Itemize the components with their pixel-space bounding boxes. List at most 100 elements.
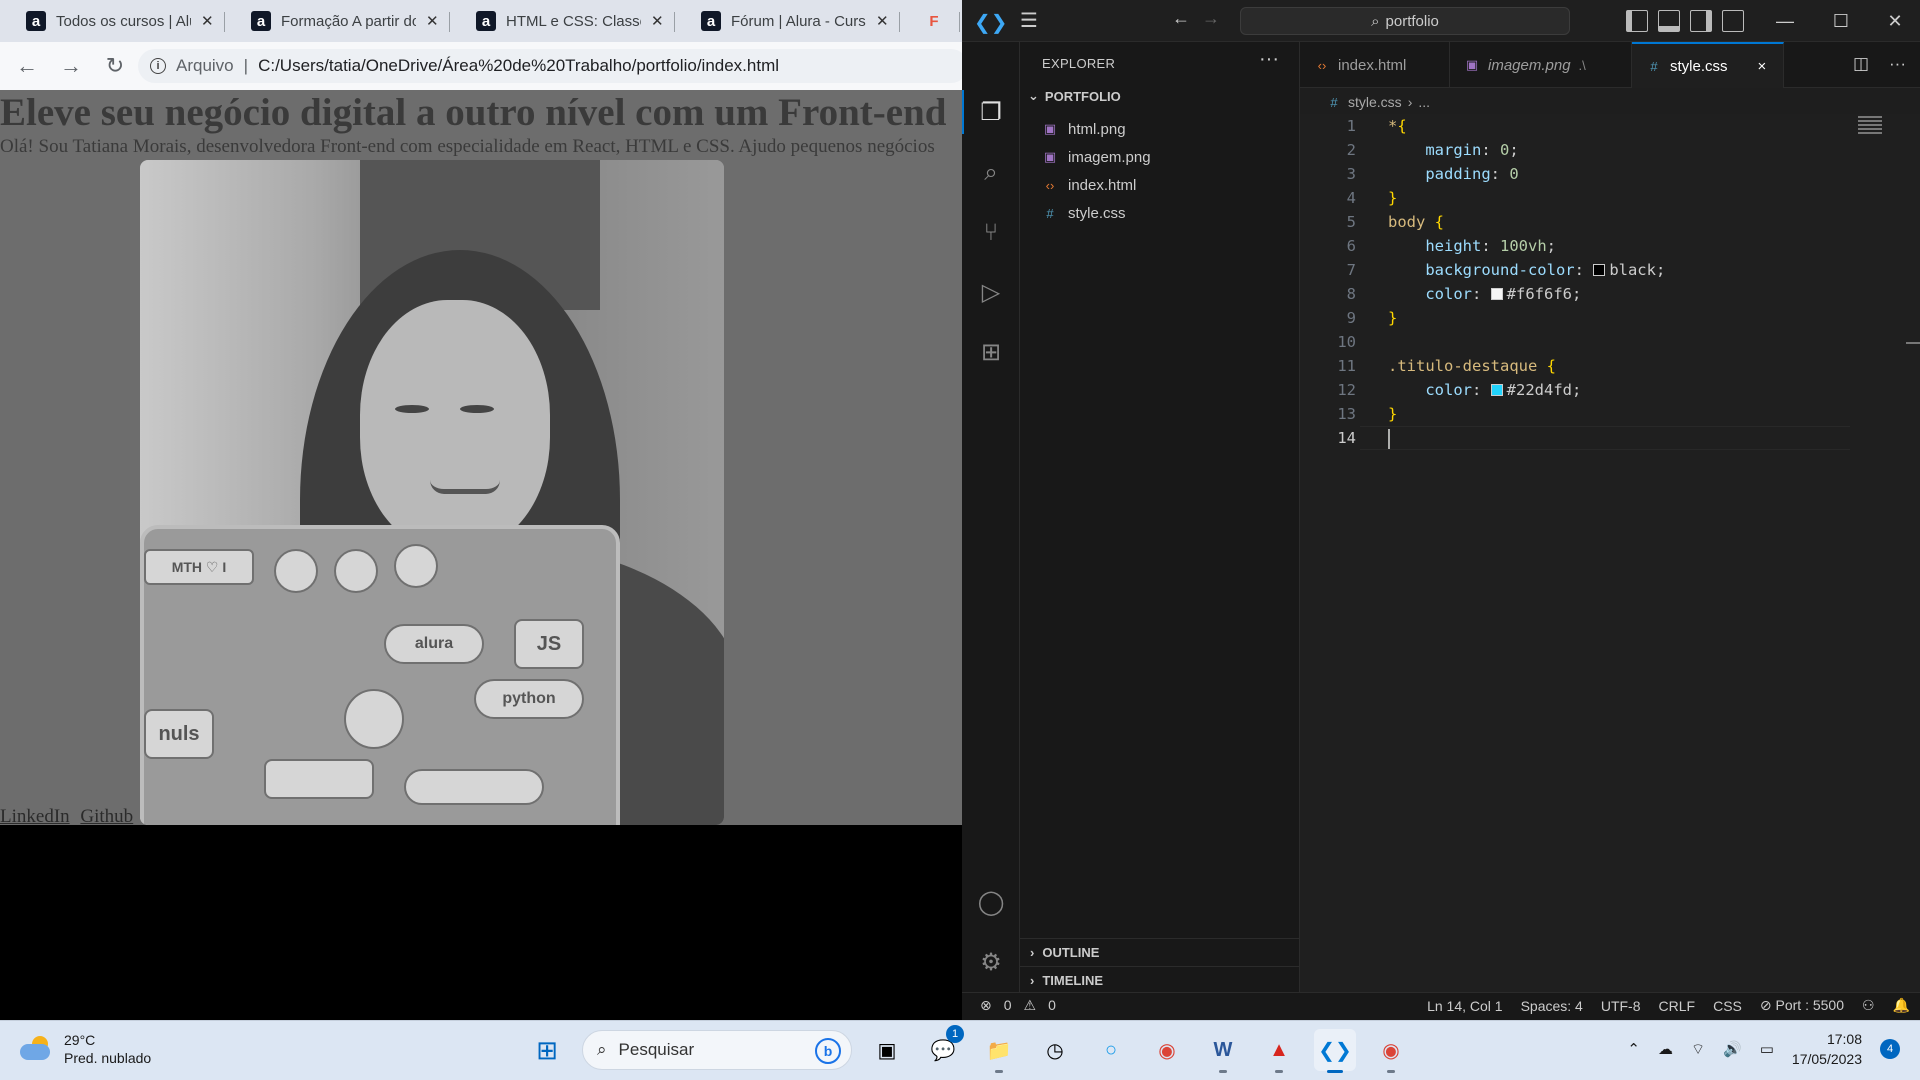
- code-line[interactable]: 2 margin: 0;: [1300, 138, 1920, 162]
- problems-indicator[interactable]: ⊗ 0 ⚠ 0: [980, 997, 1056, 1014]
- teams-chat-button[interactable]: 💬 1: [922, 1025, 964, 1071]
- taskbar-search[interactable]: ⌕ Pesquisar b: [582, 1030, 852, 1070]
- weather-widget[interactable]: 29°C Pred. nublado: [20, 1031, 151, 1067]
- vscode-taskbar-button[interactable]: ❮❯: [1314, 1029, 1356, 1073]
- run-debug-icon[interactable]: ▷: [976, 278, 1006, 308]
- chevron-up-icon[interactable]: ⌃: [1627, 1040, 1640, 1058]
- language-mode[interactable]: CSS: [1713, 998, 1742, 1014]
- split-editor-icon[interactable]: ◫: [1853, 54, 1869, 74]
- task-view-button[interactable]: ▣: [866, 1029, 908, 1071]
- address-url[interactable]: C:/Users/tatia/OneDrive/Área%20de%20Trab…: [258, 56, 779, 76]
- minimap[interactable]: [1858, 116, 1882, 142]
- extensions-icon[interactable]: ⊞: [976, 338, 1006, 368]
- indentation[interactable]: Spaces: 4: [1521, 998, 1583, 1014]
- word-button[interactable]: W: [1202, 1029, 1244, 1073]
- file-index-html[interactable]: ‹› index.html: [1042, 172, 1137, 198]
- file-html-png[interactable]: ▣ html.png: [1042, 116, 1126, 142]
- accounts-status-icon[interactable]: ⚇: [1862, 997, 1875, 1014]
- code-line[interactable]: 14: [1300, 426, 1920, 450]
- toggle-secondary-sidebar-icon[interactable]: [1690, 10, 1712, 32]
- editor-tab-imagem-png[interactable]: ▣ imagem.png .\: [1450, 42, 1632, 88]
- code-line[interactable]: 3 padding: 0: [1300, 162, 1920, 186]
- code-line[interactable]: 5 body {: [1300, 210, 1920, 234]
- file-imagem-png[interactable]: ▣ imagem.png: [1042, 144, 1151, 170]
- editor-tab-index-html[interactable]: ‹› index.html: [1300, 42, 1450, 88]
- code-line[interactable]: 7 background-color: black;: [1300, 258, 1920, 282]
- code-line[interactable]: 10: [1300, 330, 1920, 354]
- code-line[interactable]: 9}: [1300, 306, 1920, 330]
- search-icon[interactable]: ⌕: [976, 158, 1006, 188]
- wifi-icon[interactable]: ⌔: [1691, 1040, 1705, 1059]
- color-swatch[interactable]: [1490, 384, 1503, 396]
- cursor-position[interactable]: Ln 14, Col 1: [1427, 998, 1503, 1014]
- file-style-css[interactable]: # style.css: [1042, 200, 1125, 226]
- chrome-profile-button[interactable]: ◉: [1370, 1029, 1412, 1073]
- close-tab-icon[interactable]: ✕: [651, 12, 665, 30]
- maximize-icon[interactable]: ☐: [1826, 6, 1856, 36]
- bing-icon[interactable]: b: [815, 1038, 841, 1064]
- github-link[interactable]: Github: [80, 806, 133, 827]
- outline-section[interactable]: › OUTLINE: [1020, 938, 1299, 966]
- cortana-button[interactable]: ○: [1090, 1029, 1132, 1071]
- account-icon[interactable]: ◯: [976, 888, 1006, 918]
- linkedin-link[interactable]: LinkedIn: [0, 806, 70, 827]
- hamburger-menu-icon[interactable]: ☰: [1016, 8, 1042, 34]
- color-swatch[interactable]: [1593, 264, 1606, 276]
- close-window-icon[interactable]: ✕: [1880, 6, 1910, 36]
- acrobat-button[interactable]: ▲: [1258, 1029, 1300, 1073]
- notification-count-badge[interactable]: 4: [1880, 1039, 1900, 1059]
- code-line[interactable]: 13}: [1300, 402, 1920, 426]
- file-explorer-button[interactable]: 📁: [978, 1029, 1020, 1073]
- chrome-button[interactable]: ◉: [1146, 1029, 1188, 1071]
- reload-icon[interactable]: ↻: [102, 53, 128, 79]
- info-icon[interactable]: i: [150, 58, 166, 74]
- browser-tab-html-css[interactable]: a HTML e CSS: Classes, ✕: [450, 0, 675, 42]
- close-tab-icon[interactable]: ✕: [876, 12, 890, 30]
- more-actions-icon[interactable]: ···: [1259, 48, 1279, 71]
- start-button[interactable]: ⊞: [526, 1029, 568, 1071]
- breadcrumb-rest[interactable]: ...: [1418, 94, 1430, 110]
- battery-icon[interactable]: ▭: [1760, 1040, 1774, 1058]
- address-bar[interactable]: i Arquivo | C:/Users/tatia/OneDrive/Área…: [138, 49, 962, 83]
- code-line[interactable]: 6 height: 100vh;: [1300, 234, 1920, 258]
- code-line[interactable]: 11 .titulo-destaque {: [1300, 354, 1920, 378]
- toggle-panel-icon[interactable]: [1658, 10, 1680, 32]
- forward-arrow-icon[interactable]: →: [1198, 8, 1224, 34]
- volume-icon[interactable]: 🔊: [1723, 1040, 1742, 1058]
- source-control-icon[interactable]: ⑂: [976, 218, 1006, 248]
- code-editor[interactable]: 1 *{2 margin: 0; 3 padding: 0 4} 5 body {6 he…: [1300, 114, 1920, 992]
- color-swatch[interactable]: [1490, 288, 1503, 300]
- customize-layout-icon[interactable]: [1722, 10, 1744, 32]
- forward-arrow-icon[interactable]: →: [58, 53, 84, 79]
- close-tab-icon[interactable]: ✕: [201, 12, 215, 30]
- editor-tab-style-css[interactable]: # style.css ×: [1632, 42, 1784, 88]
- back-arrow-icon[interactable]: ←: [1168, 8, 1194, 34]
- back-arrow-icon[interactable]: ←: [14, 53, 40, 79]
- minimize-icon[interactable]: —: [1770, 6, 1800, 36]
- command-center-search[interactable]: ⌕ portfolio: [1240, 7, 1570, 35]
- timeline-section[interactable]: › TIMELINE: [1020, 966, 1299, 994]
- onedrive-cloud-icon[interactable]: ☁: [1658, 1040, 1673, 1058]
- system-clock[interactable]: 17:08 17/05/2023: [1792, 1029, 1862, 1069]
- breadcrumb-file[interactable]: style.css: [1348, 94, 1402, 110]
- browser-tab-formacao[interactable]: a Formação A partir do ✕: [225, 0, 450, 42]
- folder-portfolio[interactable]: ⌄ PORTFOLIO: [1028, 88, 1121, 104]
- encoding[interactable]: UTF-8: [1601, 998, 1641, 1014]
- toggle-primary-sidebar-icon[interactable]: [1626, 10, 1648, 32]
- line-endings[interactable]: CRLF: [1659, 998, 1696, 1014]
- more-actions-icon[interactable]: ···: [1889, 54, 1906, 74]
- code-line[interactable]: 1 *{: [1300, 114, 1920, 138]
- live-server-port[interactable]: ⊘ Port : 5500: [1760, 997, 1844, 1014]
- explorer-files-icon[interactable]: ❐: [976, 98, 1006, 128]
- browser-tab-figma[interactable]: F F: [900, 0, 960, 42]
- code-line[interactable]: 8 color: #f6f6f6;: [1300, 282, 1920, 306]
- close-tab-icon[interactable]: ×: [1758, 58, 1767, 75]
- close-tab-icon[interactable]: ✕: [426, 12, 440, 30]
- notifications-bell-icon[interactable]: 🔔: [1893, 997, 1910, 1014]
- code-line[interactable]: 4}: [1300, 186, 1920, 210]
- settings-gear-icon[interactable]: ⚙: [976, 948, 1006, 978]
- browser-tab-forum[interactable]: a Fórum | Alura - Curso ✕: [675, 0, 900, 42]
- code-line[interactable]: 12 color: #22d4fd;: [1300, 378, 1920, 402]
- browser-tab-todos-cursos[interactable]: a Todos os cursos | Alura ✕: [0, 0, 225, 42]
- clock-app-button[interactable]: ◷: [1034, 1029, 1076, 1071]
